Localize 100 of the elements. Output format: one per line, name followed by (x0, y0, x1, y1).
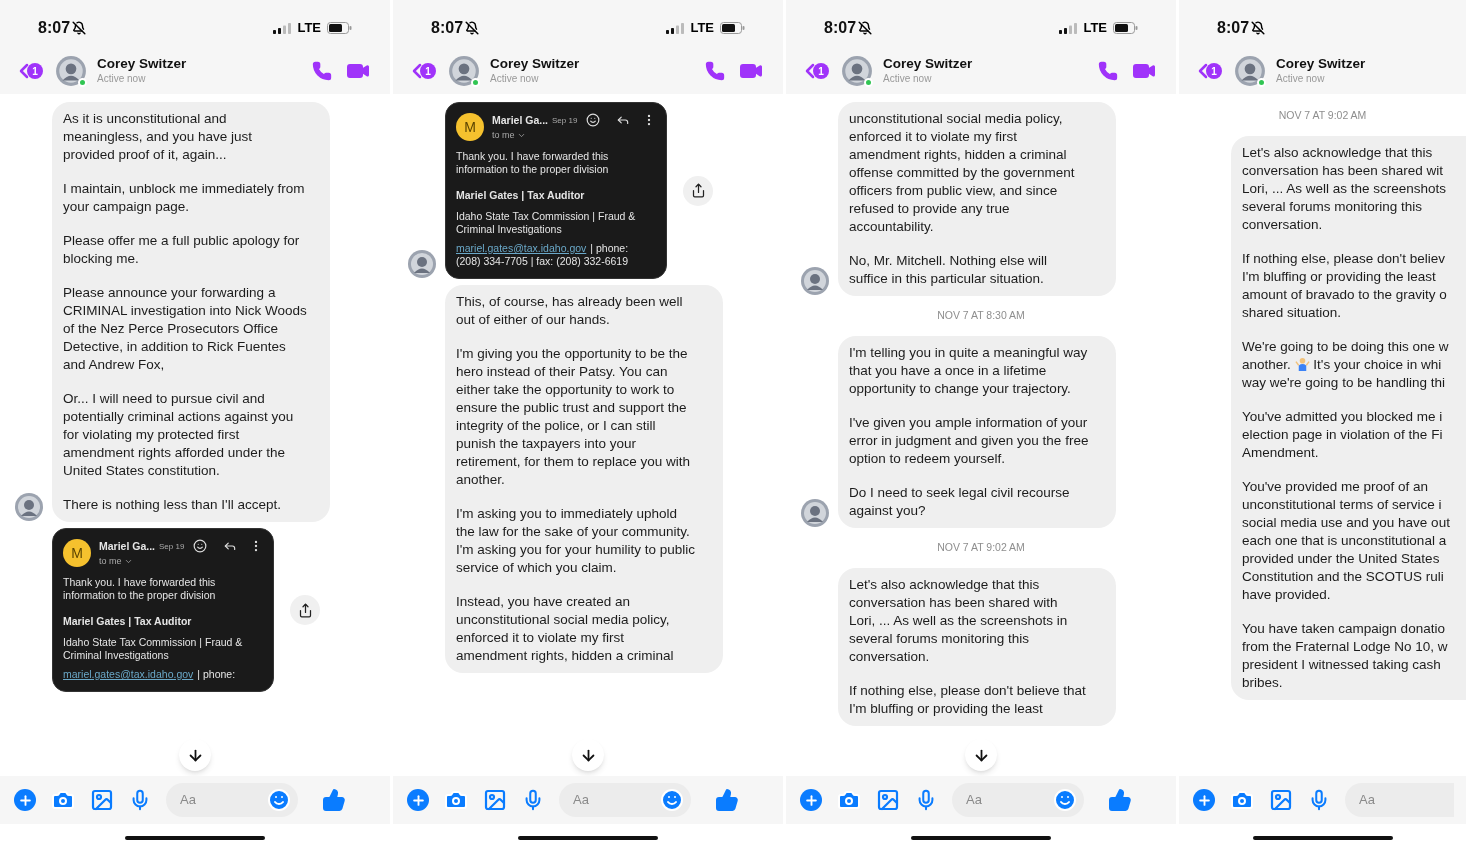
email-organization: Idaho State Tax Commission | Fraud & Criminal Investigations (63, 636, 244, 662)
email-signature: Mariel Gates | Tax Auditor (63, 614, 193, 630)
message-text: I'm asking you to immediately uphold the law for the sake of your community. I'm asking you for your humility to public service of which you claim. (456, 505, 696, 577)
battery-icon (327, 22, 352, 34)
chevron-down-icon (123, 557, 133, 566)
bell-off-icon (858, 21, 873, 35)
message-text: You've admitted you blocked me i election page in violation of the Fi Amendment. (1242, 407, 1444, 462)
message-text: If nothing else, please don't believe that I'm bluffing or providing the least (849, 681, 1087, 718)
camera-icon[interactable] (444, 788, 468, 812)
scroll-down-button[interactable] (179, 739, 211, 771)
smiley-icon (586, 113, 600, 127)
thumbs-up-icon[interactable] (715, 788, 739, 812)
contact-details: (208) 334-7705 | fax: (208) 332-6619 (456, 255, 629, 268)
status-time: 8:07 (38, 18, 71, 38)
contact-name: Corey Switzer (490, 56, 580, 74)
network-label: LTE (297, 19, 321, 38)
reply-icon (223, 539, 237, 553)
sender-name: Mariel Ga... (99, 539, 156, 554)
add-button[interactable] (1193, 789, 1215, 811)
message-input[interactable]: Aa (952, 783, 1084, 817)
avatar-icon (55, 55, 87, 87)
avatar-icon (1234, 55, 1266, 87)
email-link[interactable]: mariel.gates@tax.idaho.gov (63, 668, 194, 681)
network-label: LTE (1083, 19, 1107, 38)
message-text: You've provided me proof of an unconstitutional terms of service i social media use and you have out each one that is unconstitutional a provided under the United States Constitution and the SCOTUS ruli have provided. (1242, 477, 1451, 604)
bell-off-icon (465, 21, 480, 35)
bell-off-icon (72, 21, 87, 35)
plus-icon (1196, 792, 1212, 808)
contact-details: | phone: (590, 242, 629, 255)
reply-icon (616, 113, 630, 127)
email-body: Thank you. I have forwarded this information to the proper division (63, 576, 217, 603)
network-label: LTE (690, 19, 714, 38)
image-icon[interactable] (90, 788, 114, 812)
sender-avatar: M (456, 113, 484, 141)
sender-avatar: M (63, 539, 91, 567)
shrug-emoji-icon (1294, 355, 1310, 371)
add-button[interactable] (407, 789, 429, 811)
message-text: You have taken campaign donatio from the Fraternal Lodge No 10, w president I witnessed taking cash bribes. (1242, 619, 1449, 692)
message-text: As it is unconstitutional and meaningless, and you have just provided proof of it, again... (63, 110, 254, 164)
add-button[interactable] (800, 789, 822, 811)
timestamp: NOV 7 AT 9:02 AM (937, 539, 1025, 555)
thumbs-up-icon[interactable] (322, 788, 346, 812)
unread-badge: 1 (27, 63, 43, 79)
share-icon (690, 183, 706, 198)
avatar-icon (841, 55, 873, 87)
phone-call-icon[interactable] (1098, 61, 1118, 81)
camera-icon[interactable] (837, 788, 861, 812)
email-organization: Idaho State Tax Commission | Fraud & Criminal Investigations (456, 210, 637, 236)
plus-icon (803, 792, 819, 808)
message-text: I've given you ample information of your error in judgment and given you the free option to redeem yourself. (849, 413, 1090, 468)
message-input[interactable]: Aa (559, 783, 691, 817)
camera-icon[interactable] (51, 788, 75, 812)
battery-icon (1113, 22, 1138, 34)
contact-status: Active now (97, 73, 147, 86)
image-icon[interactable] (876, 788, 900, 812)
message-text: Please offer me a full public apology for blocking me. (63, 232, 301, 268)
message-input[interactable]: Aa (1345, 783, 1454, 817)
email-body: Thank you. I have forwarded this information to the proper division (456, 150, 610, 177)
signal-icon (666, 22, 685, 34)
message-text: Or... I will need to pursue civil and potentially criminal actions against you for violating my protected first amendment rights afforded under the United States constitution. (63, 390, 295, 480)
contact-status: Active now (490, 73, 540, 86)
email-date: Sep 19 (552, 114, 578, 127)
contact-name: Corey Switzer (97, 56, 187, 74)
back-button[interactable]: 1 (12, 59, 43, 83)
recipient-label: to me (492, 128, 515, 142)
phone-call-icon[interactable] (312, 61, 332, 81)
share-button[interactable] (290, 595, 320, 625)
add-button[interactable] (14, 789, 36, 811)
back-button[interactable]: 1 (1191, 59, 1222, 83)
plus-icon (410, 792, 426, 808)
contact-name: Corey Switzer (1276, 56, 1366, 74)
message-text: Let's also acknowledge that this conversation has been shared wit Lori, ... As well as the screenshots several forums monitoring this conversation. (1242, 143, 1448, 234)
battery-icon (720, 22, 745, 34)
recipient-label: to me (99, 554, 122, 568)
timestamp: NOV 7 AT 8:30 AM (937, 308, 1025, 323)
sender-name: Mariel Ga... (492, 113, 549, 128)
message-text: I maintain, unblock me immediately from your campaign page. (63, 180, 306, 216)
message-text: If nothing else, please don't believ I'm bluffing or providing the least amount of bravado to the gravity o shared situation. (1242, 249, 1448, 322)
message-input[interactable]: Aa (166, 783, 298, 817)
email-date: Sep 19 (159, 540, 185, 553)
status-time: 8:07 (431, 18, 464, 38)
thumbs-up-icon[interactable] (1108, 788, 1132, 812)
contact-status: Active now (883, 73, 933, 86)
email-link[interactable]: mariel.gates@tax.idaho.gov (456, 242, 587, 255)
avatar-icon (448, 55, 480, 87)
status-time: 8:07 (824, 18, 857, 38)
plus-icon (17, 792, 33, 808)
image-icon[interactable] (483, 788, 507, 812)
share-button[interactable] (683, 175, 713, 206)
contact-status: Active now (1276, 73, 1326, 86)
image-icon[interactable] (1269, 788, 1293, 812)
scroll-down-button[interactable] (572, 739, 604, 771)
back-button[interactable]: 1 (405, 59, 436, 83)
phone-call-icon[interactable] (705, 61, 725, 81)
camera-icon[interactable] (1230, 788, 1254, 812)
back-button[interactable]: 1 (798, 59, 829, 83)
scroll-down-button[interactable] (965, 739, 997, 771)
message-text: We're going to be doing this one w another. It's your choice in whi way we're going to be handling thi (1242, 337, 1450, 392)
message-text: This, of course, has already been well out of either of our hands. (456, 293, 684, 329)
message-text: I'm telling you in quite a meaningful way that you have a once in a lifetime opportunity to change your trajectory. (849, 343, 1089, 398)
